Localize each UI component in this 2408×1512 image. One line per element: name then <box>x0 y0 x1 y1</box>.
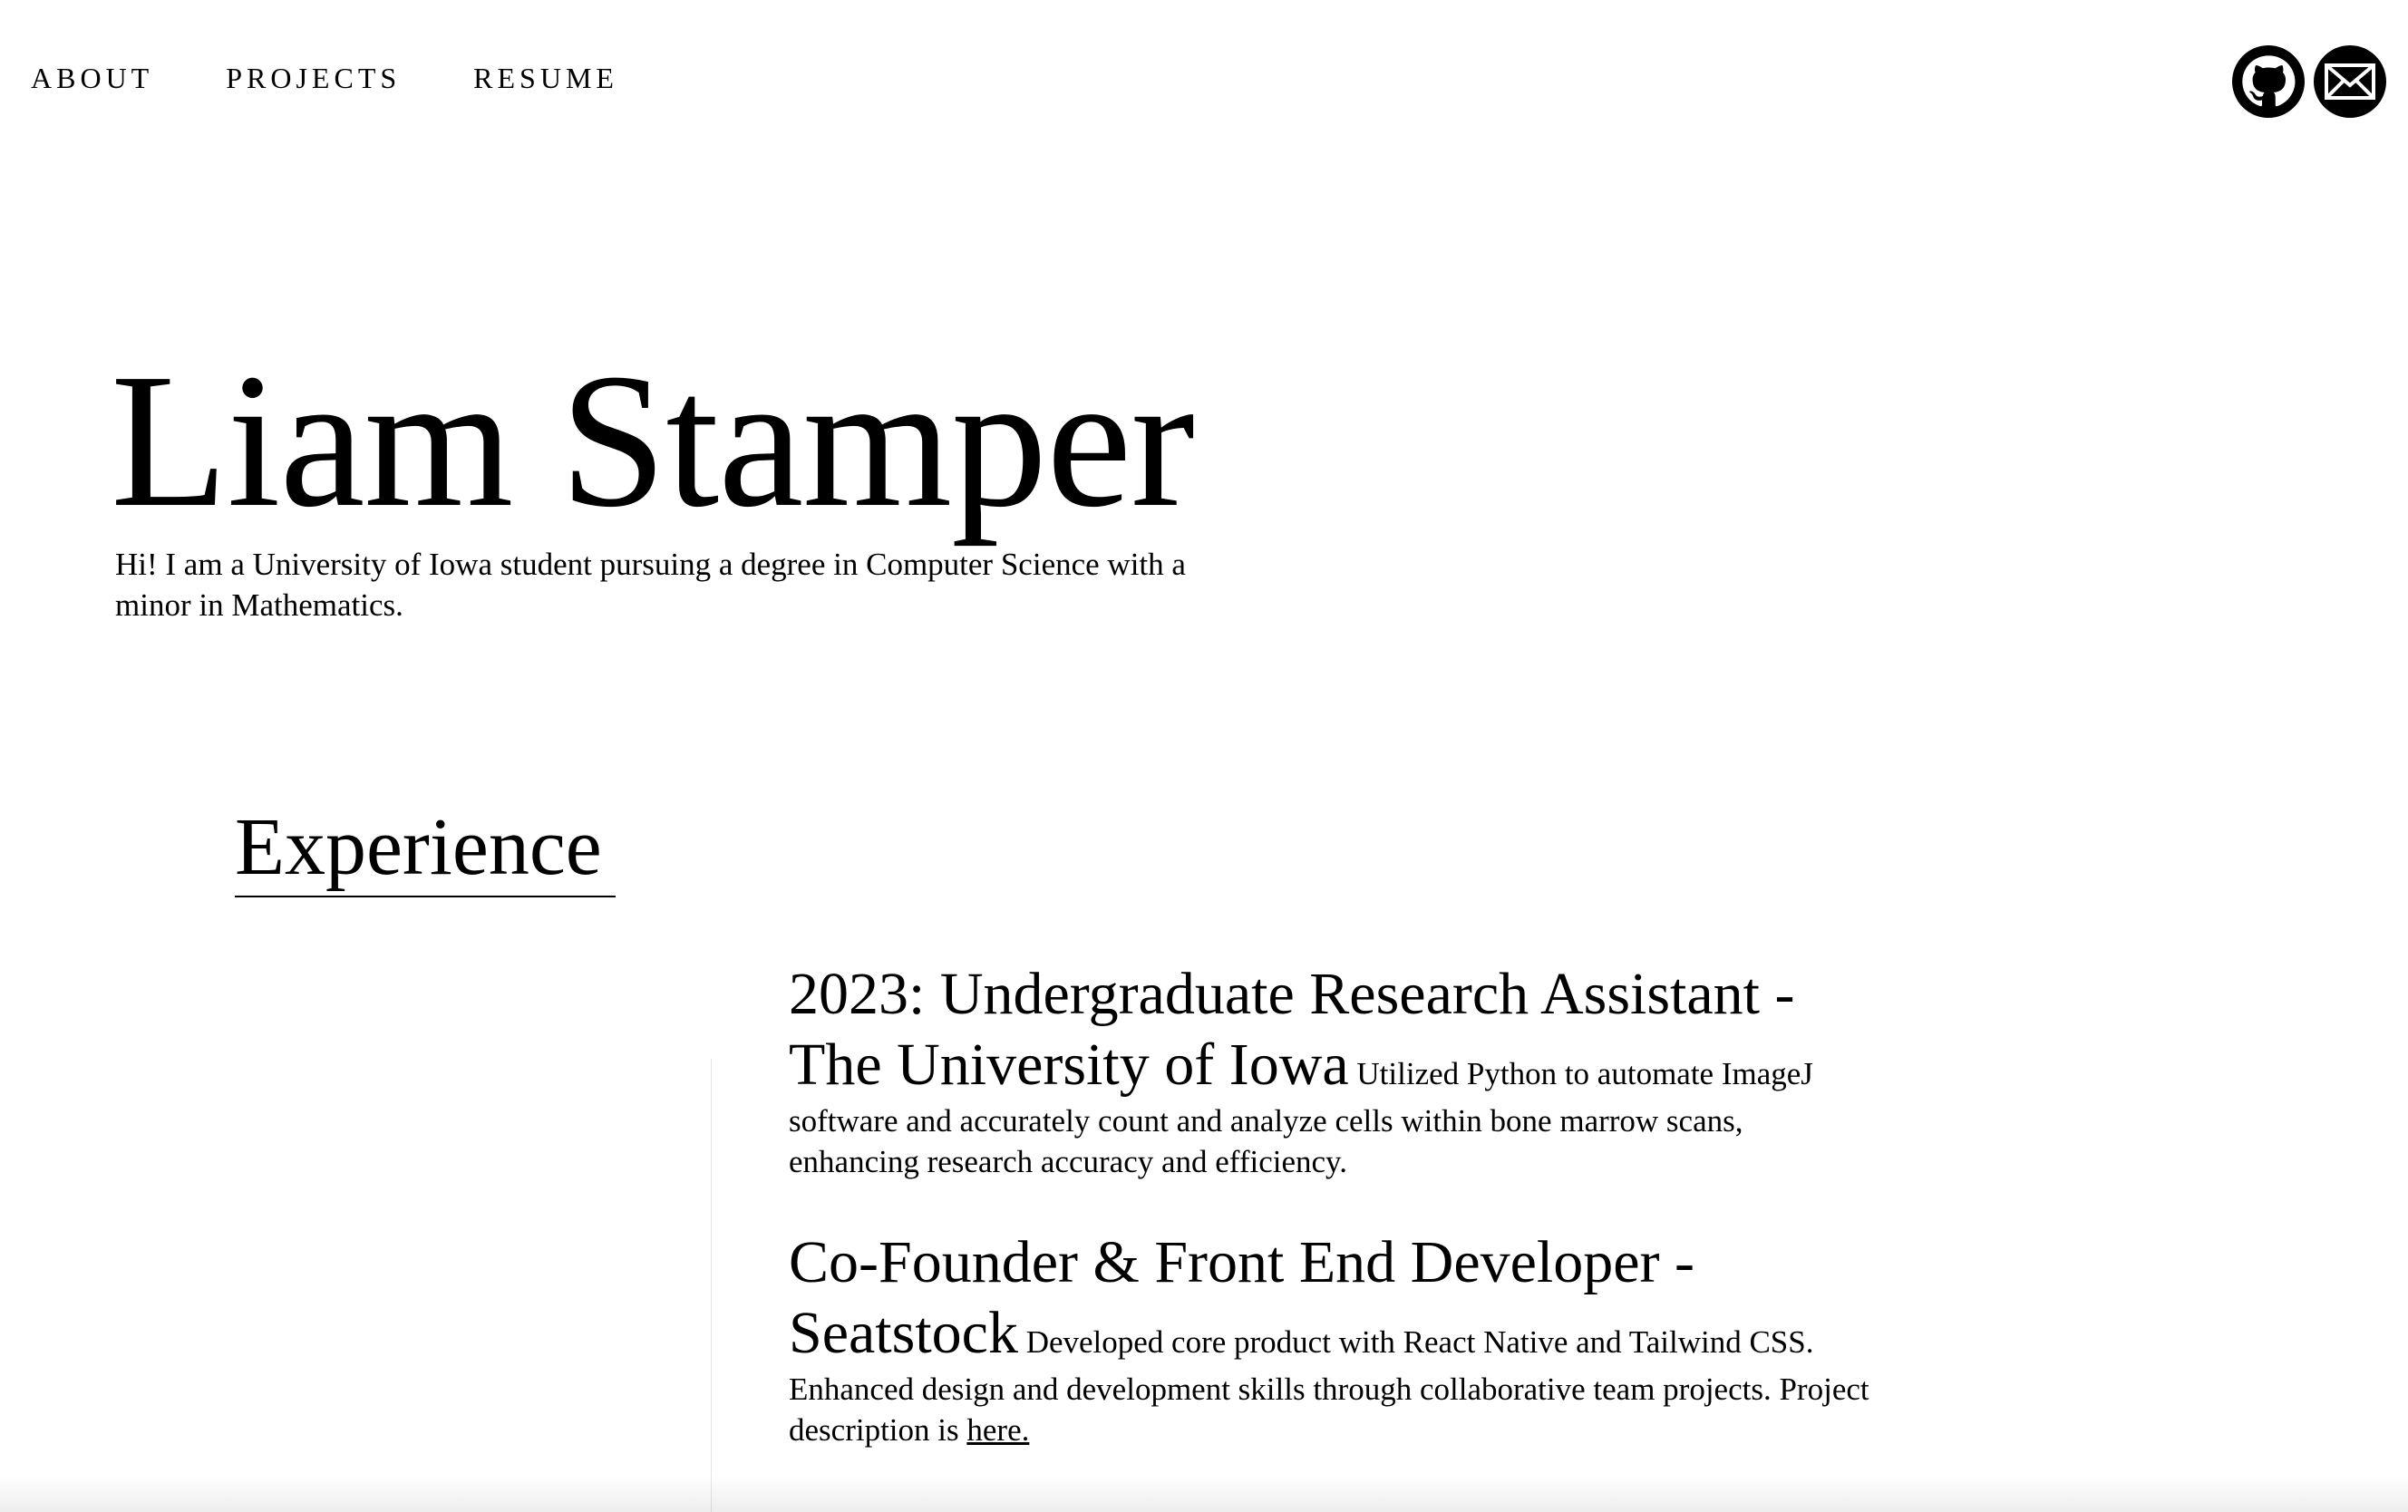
timeline-line <box>711 1059 712 1512</box>
experience-heading: Experience <box>235 807 616 897</box>
nav-resume-link[interactable]: RESUME <box>473 63 618 92</box>
github-icon[interactable] <box>2232 45 2305 118</box>
nav-about-link[interactable]: ABOUT <box>31 63 153 92</box>
social-links <box>2232 45 2386 118</box>
project-description-link[interactable]: here. <box>966 1412 1029 1448</box>
hero-name: Liam Stamper <box>111 334 1195 547</box>
nav-projects-link[interactable]: PROJECTS <box>226 63 401 92</box>
hero-intro: Hi! I am a University of Iowa student pu… <box>115 547 1186 623</box>
experience-item: Co-Founder & Front End Developer - Seats… <box>789 1227 1877 1450</box>
experience-item: 2023: Undergraduate Research Assistant -… <box>789 959 1877 1182</box>
experience-list: 2023: Undergraduate Research Assistant -… <box>789 959 1877 1496</box>
page: ABOUT PROJECTS RESUME Liam Stamper Hi! I… <box>0 0 2408 1512</box>
top-nav: ABOUT PROJECTS RESUME <box>31 63 691 92</box>
mail-icon[interactable] <box>2314 45 2386 118</box>
